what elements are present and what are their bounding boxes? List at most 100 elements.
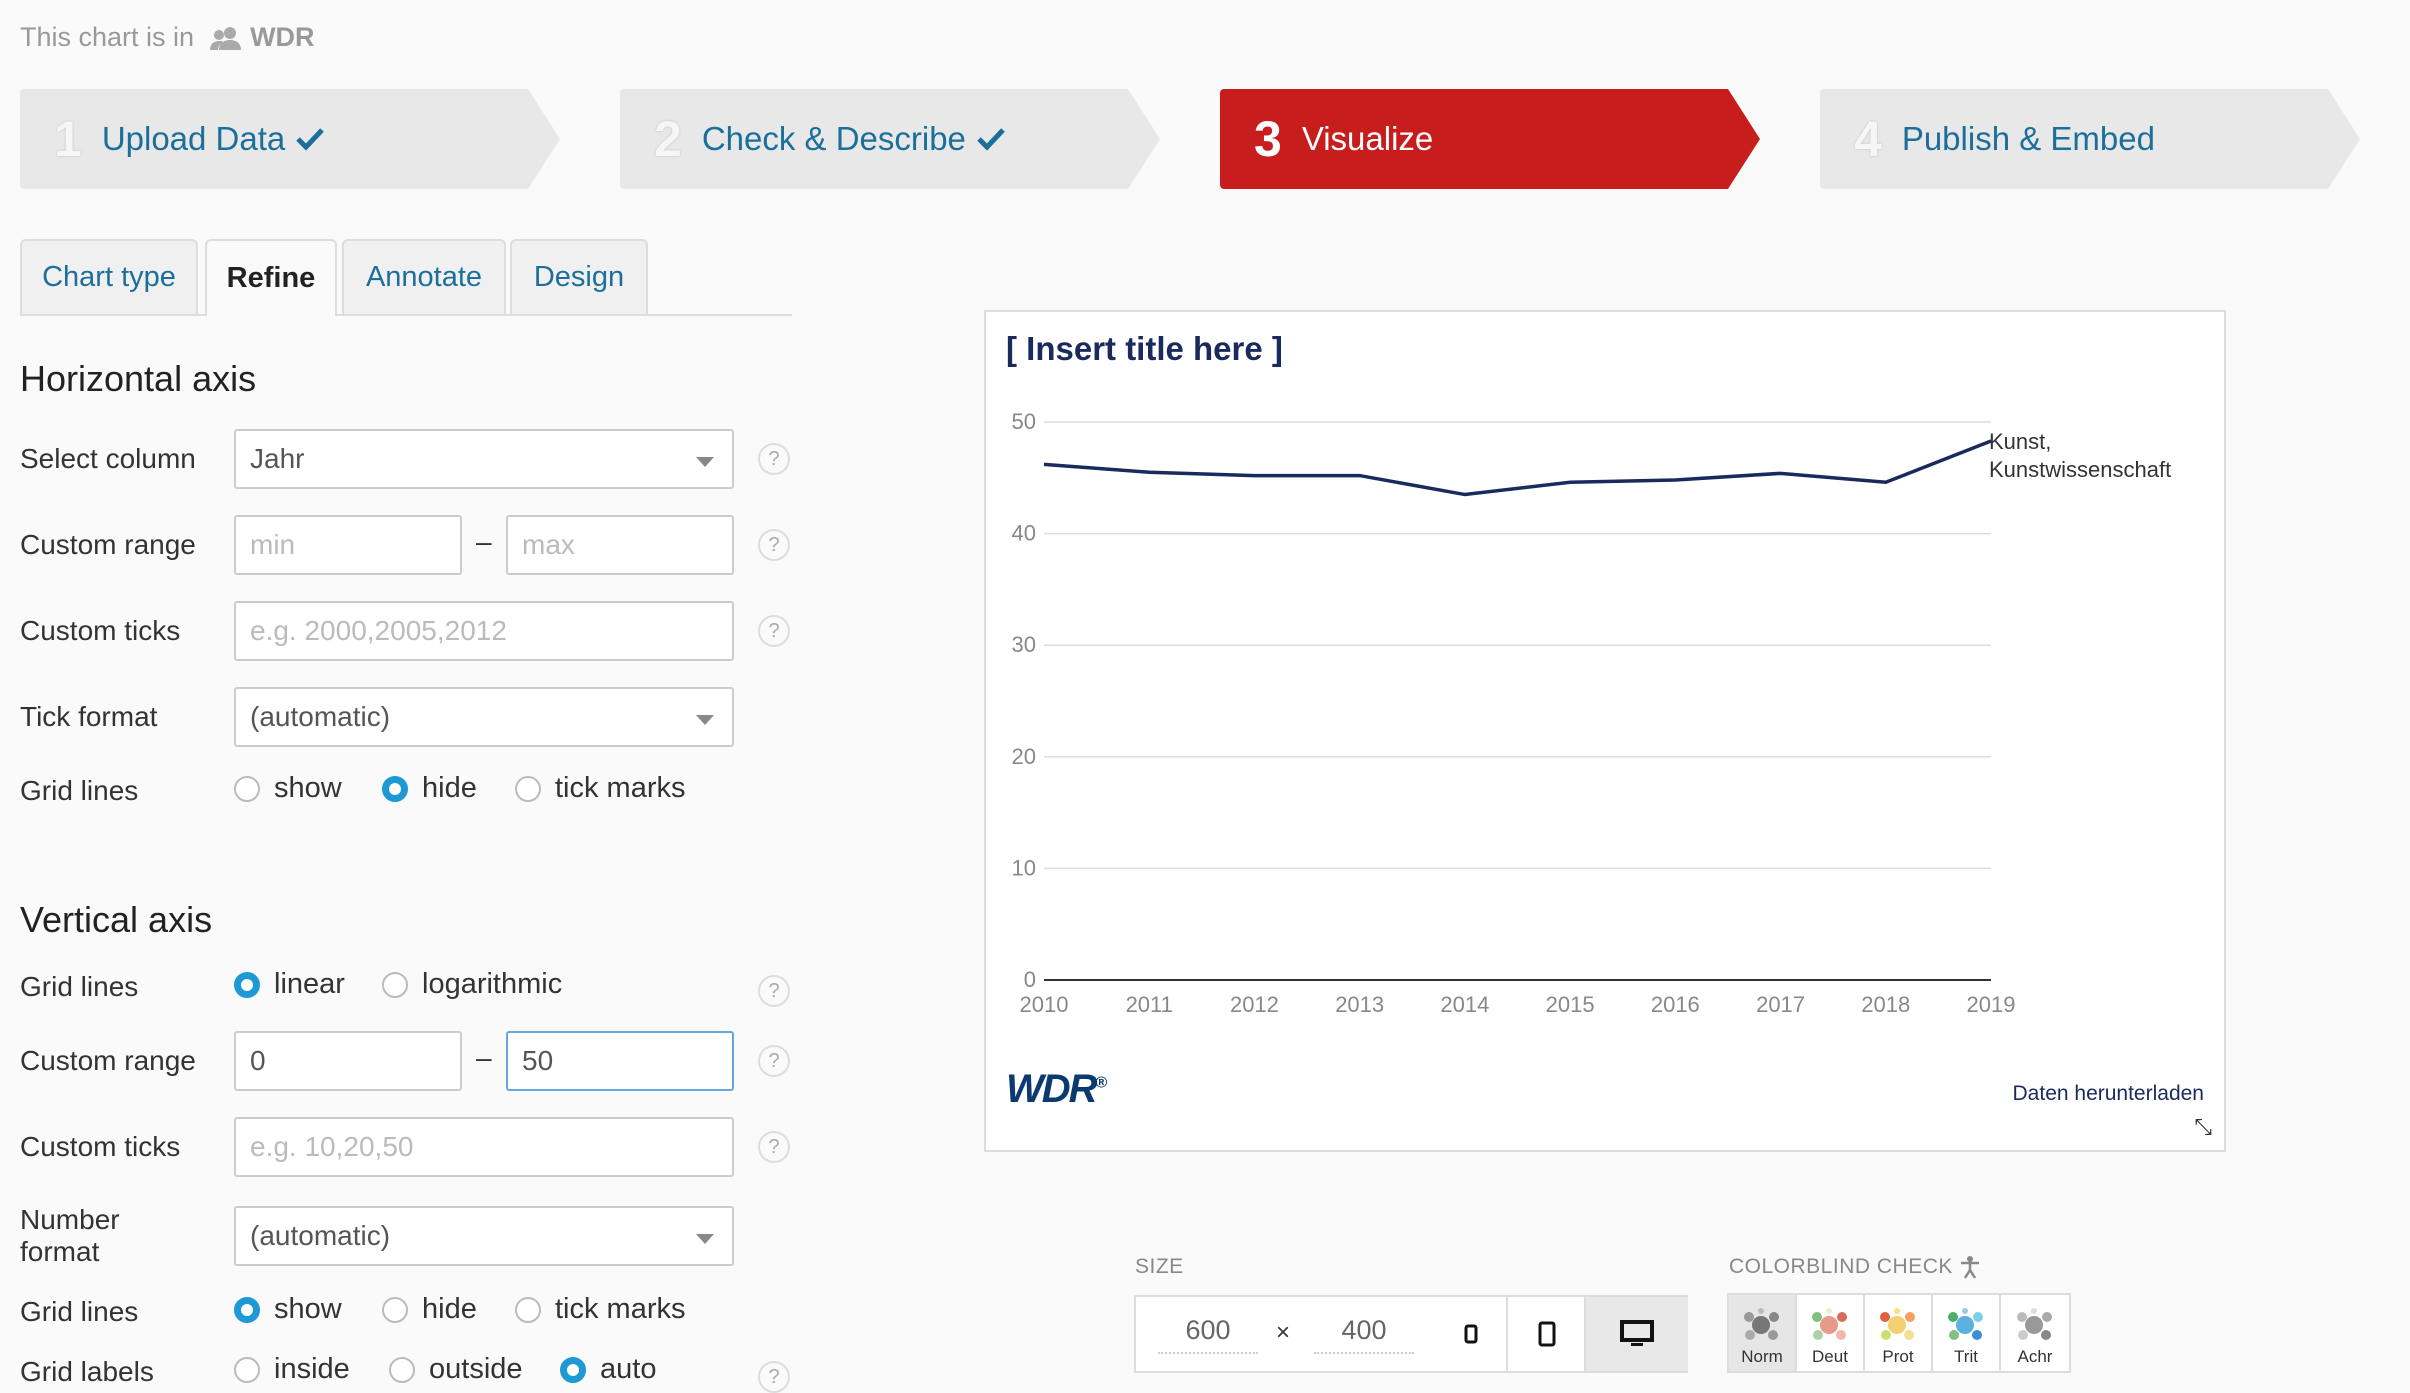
y-tick-label: 0 <box>1024 967 1036 992</box>
checkmark-icon <box>977 128 1005 151</box>
colorblind-deut-button[interactable]: Deut <box>1797 1295 1865 1371</box>
radio-label: tick marks <box>555 772 686 804</box>
help-icon[interactable]: ? <box>758 529 790 561</box>
size-controls: 600 × 400 <box>1134 1295 1688 1373</box>
colorblind-norm-button[interactable]: Norm <box>1729 1295 1797 1371</box>
step-label: Publish & Embed <box>1901 120 2155 157</box>
horizontal-axis-heading: Horizontal axis <box>20 358 257 399</box>
y-custom-ticks-input[interactable]: e.g. 10,20,50 <box>234 1117 734 1177</box>
x-range-min-input[interactable]: min <box>234 515 462 575</box>
x-tick-label: 2016 <box>1651 992 1700 1012</box>
height-input[interactable]: 400 <box>1314 1315 1414 1354</box>
x-tick-label: 2017 <box>1756 992 1805 1012</box>
step-label: Upload Data <box>101 120 286 157</box>
radio-label: tick marks <box>555 1293 686 1325</box>
resize-handle-icon[interactable]: ⤡ <box>2194 1114 2212 1140</box>
tab-chart-type[interactable]: Chart type <box>20 239 198 314</box>
grid-labels-outside-radio[interactable]: outside <box>389 1353 523 1386</box>
y-scale-logarithmic-radio[interactable]: logarithmic <box>382 968 562 1001</box>
tab-annotate[interactable]: Annotate <box>342 239 506 314</box>
y-tick-label: 30 <box>1012 632 1036 657</box>
tick-format-dropdown[interactable]: (automatic) <box>234 687 734 747</box>
x-custom-ticks-input[interactable]: e.g. 2000,2005,2012 <box>234 601 734 661</box>
step-label: Check & Describe <box>701 120 966 157</box>
x-grid-show-radio[interactable]: show <box>234 772 342 805</box>
colorblind-trit-button[interactable]: Trit <box>1933 1295 2001 1371</box>
help-icon[interactable]: ? <box>758 615 790 647</box>
y-grid-lines-label-2: Grid lines <box>20 1296 139 1327</box>
tab-refine[interactable]: Refine <box>205 239 337 316</box>
help-icon[interactable]: ? <box>758 1131 790 1163</box>
grid-labels-inside-radio[interactable]: inside <box>234 1353 350 1386</box>
select-column-dropdown[interactable]: Jahr <box>234 429 734 489</box>
radio-label: show <box>274 772 342 804</box>
label-line: format <box>20 1236 100 1267</box>
y-grid-hide-radio[interactable]: hide <box>382 1293 477 1326</box>
step-visualize[interactable]: 3 Visualize <box>1220 89 1760 189</box>
colorblind-prot-button[interactable]: Prot <box>1865 1295 1933 1371</box>
radio-label: show <box>274 1293 342 1325</box>
custom-range-label: Custom range <box>20 529 196 560</box>
colorblind-label-text: COLORBLIND CHECK <box>1729 1255 1953 1278</box>
y-grid-show-radio[interactable]: show <box>234 1293 342 1326</box>
number-format-value: (automatic) <box>250 1220 391 1251</box>
help-icon[interactable]: ? <box>758 1045 790 1077</box>
step-number: 4 <box>1854 111 1882 167</box>
radio-label: inside <box>274 1353 350 1385</box>
color-dots-icon <box>2017 1308 2052 1340</box>
x-tick-label: 2010 <box>1020 992 1069 1012</box>
phone-large-button[interactable] <box>1506 1297 1586 1371</box>
download-data-link[interactable]: Daten herunterladen <box>2013 1082 2204 1106</box>
step-number: 1 <box>54 111 82 167</box>
step-publish-embed[interactable]: 4 Publish & Embed <box>1820 89 2360 189</box>
x-tick-label: 2013 <box>1335 992 1384 1012</box>
number-format-dropdown[interactable]: (automatic) <box>234 1206 734 1266</box>
y-tick-label: 20 <box>1012 744 1036 769</box>
width-input[interactable]: 600 <box>1158 1315 1258 1354</box>
step-upload-data[interactable]: 1 Upload Data <box>20 89 560 189</box>
x-tick-label: 2012 <box>1230 992 1279 1012</box>
tab-design[interactable]: Design <box>510 239 648 314</box>
radio-label: auto <box>600 1353 657 1385</box>
color-dots-icon <box>1948 1308 1983 1340</box>
grid-labels-auto-radio[interactable]: auto <box>560 1353 656 1386</box>
y-range-max-input[interactable]: 50 <box>506 1031 734 1091</box>
x-range-max-input[interactable]: max <box>506 515 734 575</box>
help-icon[interactable]: ? <box>758 1361 790 1393</box>
tick-format-value: (automatic) <box>250 701 391 732</box>
help-icon[interactable]: ? <box>758 443 790 475</box>
desktop-button[interactable] <box>1584 1297 1688 1371</box>
mode-label: Prot <box>1882 1347 1914 1366</box>
phone-small-button[interactable] <box>1436 1297 1506 1371</box>
series-label: Kunst, <box>1989 429 2051 454</box>
refine-tabs: Chart type Refine Annotate Design <box>20 239 792 316</box>
radio-label: hide <box>422 772 477 804</box>
x-grid-tickmarks-radio[interactable]: tick marks <box>515 772 686 805</box>
y-scale-linear-radio[interactable]: linear <box>234 968 345 1001</box>
x-grid-hide-radio[interactable]: hide <box>382 772 477 805</box>
x-tick-label: 2014 <box>1440 992 1489 1012</box>
colorblind-achr-button[interactable]: Achr <box>2001 1295 2069 1371</box>
team-indicator: This chart is in WDR <box>20 22 315 53</box>
radio-label: outside <box>429 1353 523 1385</box>
team-icon <box>210 26 242 50</box>
help-icon[interactable]: ? <box>758 975 790 1007</box>
mode-label: Norm <box>1741 1347 1783 1366</box>
y-grid-tickmarks-radio[interactable]: tick marks <box>515 1293 686 1326</box>
team-name: WDR <box>250 22 315 52</box>
color-dots-icon <box>1744 1308 1779 1340</box>
color-dots-icon <box>1812 1308 1847 1340</box>
size-label: SIZE <box>1135 1255 1184 1278</box>
select-column-label: Select column <box>20 443 196 474</box>
line-chart: 0 10 20 30 40 50 2010 2011 2012 2013 2014 2015 2016 2… <box>1012 409 2172 1012</box>
series-line <box>1043 439 1992 497</box>
label-line: Number <box>20 1204 120 1235</box>
x-tick-label: 2015 <box>1546 992 1595 1012</box>
step-number: 2 <box>654 111 682 167</box>
step-check-describe[interactable]: 2 Check & Describe <box>620 89 1160 189</box>
y-custom-range-label: Custom range <box>20 1045 196 1076</box>
y-range-min-input[interactable]: 0 <box>234 1031 462 1091</box>
wdr-logo: WDR® <box>1006 1067 1107 1112</box>
logo-mark: ® <box>1095 1074 1108 1092</box>
phone-large-icon <box>1538 1321 1556 1347</box>
